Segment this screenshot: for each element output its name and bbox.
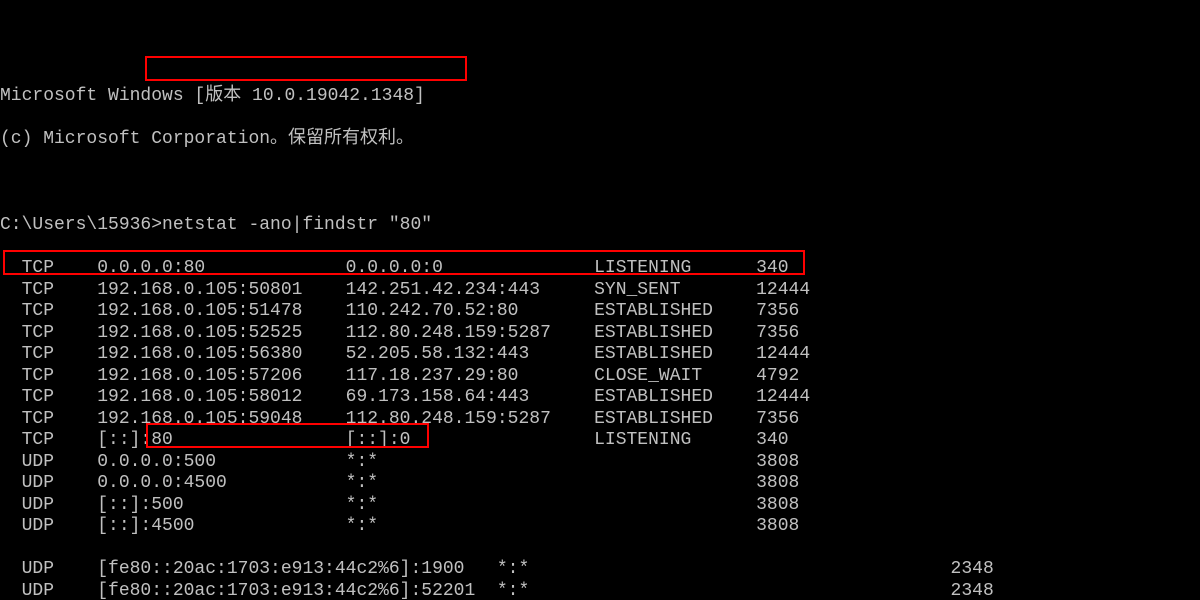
- blank-line: [0, 172, 1200, 194]
- netstat-row: TCP 192.168.0.105:56380 52.205.58.132:44…: [0, 344, 1200, 366]
- netstat-row: TCP 192.168.0.105:57206 117.18.237.29:80…: [0, 366, 1200, 388]
- header-line-2: (c) Microsoft Corporation。保留所有权利。: [0, 129, 1200, 151]
- netstat-row: TCP 192.168.0.105:59048 112.80.248.159:5…: [0, 409, 1200, 431]
- netstat-row: UDP 0.0.0.0:500 *:* 3808: [0, 452, 1200, 474]
- netstat-row: TCP 192.168.0.105:58012 69.173.158.64:44…: [0, 387, 1200, 409]
- header-line-1: Microsoft Windows [版本 10.0.19042.1348]: [0, 86, 1200, 108]
- netstat-row: TCP [::]:80 [::]:0 LISTENING 340: [0, 430, 1200, 452]
- netstat-row: UDP 0.0.0.0:4500 *:* 3808: [0, 473, 1200, 495]
- netstat-row: TCP 0.0.0.0:80 0.0.0.0:0 LISTENING 340: [0, 258, 1200, 280]
- netstat-row: UDP [fe80::20ac:1703:e913:44c2%6]:52201 …: [0, 581, 1200, 600]
- netstat-row: TCP 192.168.0.105:50801 142.251.42.234:4…: [0, 280, 1200, 302]
- netstat-output: TCP 0.0.0.0:80 0.0.0.0:0 LISTENING 340 T…: [0, 258, 1200, 538]
- prompt-line-1[interactable]: C:\Users\15936>netstat -ano|findstr "80": [0, 215, 1200, 237]
- netstat-row: TCP 192.168.0.105:51478 110.242.70.52:80…: [0, 301, 1200, 323]
- netstat-row: UDP [::]:500 *:* 3808: [0, 495, 1200, 517]
- prompt-command: netstat -ano|findstr "80": [162, 215, 432, 235]
- netstat-row: TCP 192.168.0.105:52525 112.80.248.159:5…: [0, 323, 1200, 345]
- highlight-box: [145, 56, 467, 81]
- netstat-row: UDP [fe80::20ac:1703:e913:44c2%6]:1900 *…: [0, 559, 1200, 581]
- netstat-row: UDP [::]:4500 *:* 3808: [0, 516, 1200, 538]
- prompt-path: C:\Users\15936>: [0, 215, 162, 235]
- netstat-long-output: UDP [fe80::20ac:1703:e913:44c2%6]:1900 *…: [0, 559, 1200, 600]
